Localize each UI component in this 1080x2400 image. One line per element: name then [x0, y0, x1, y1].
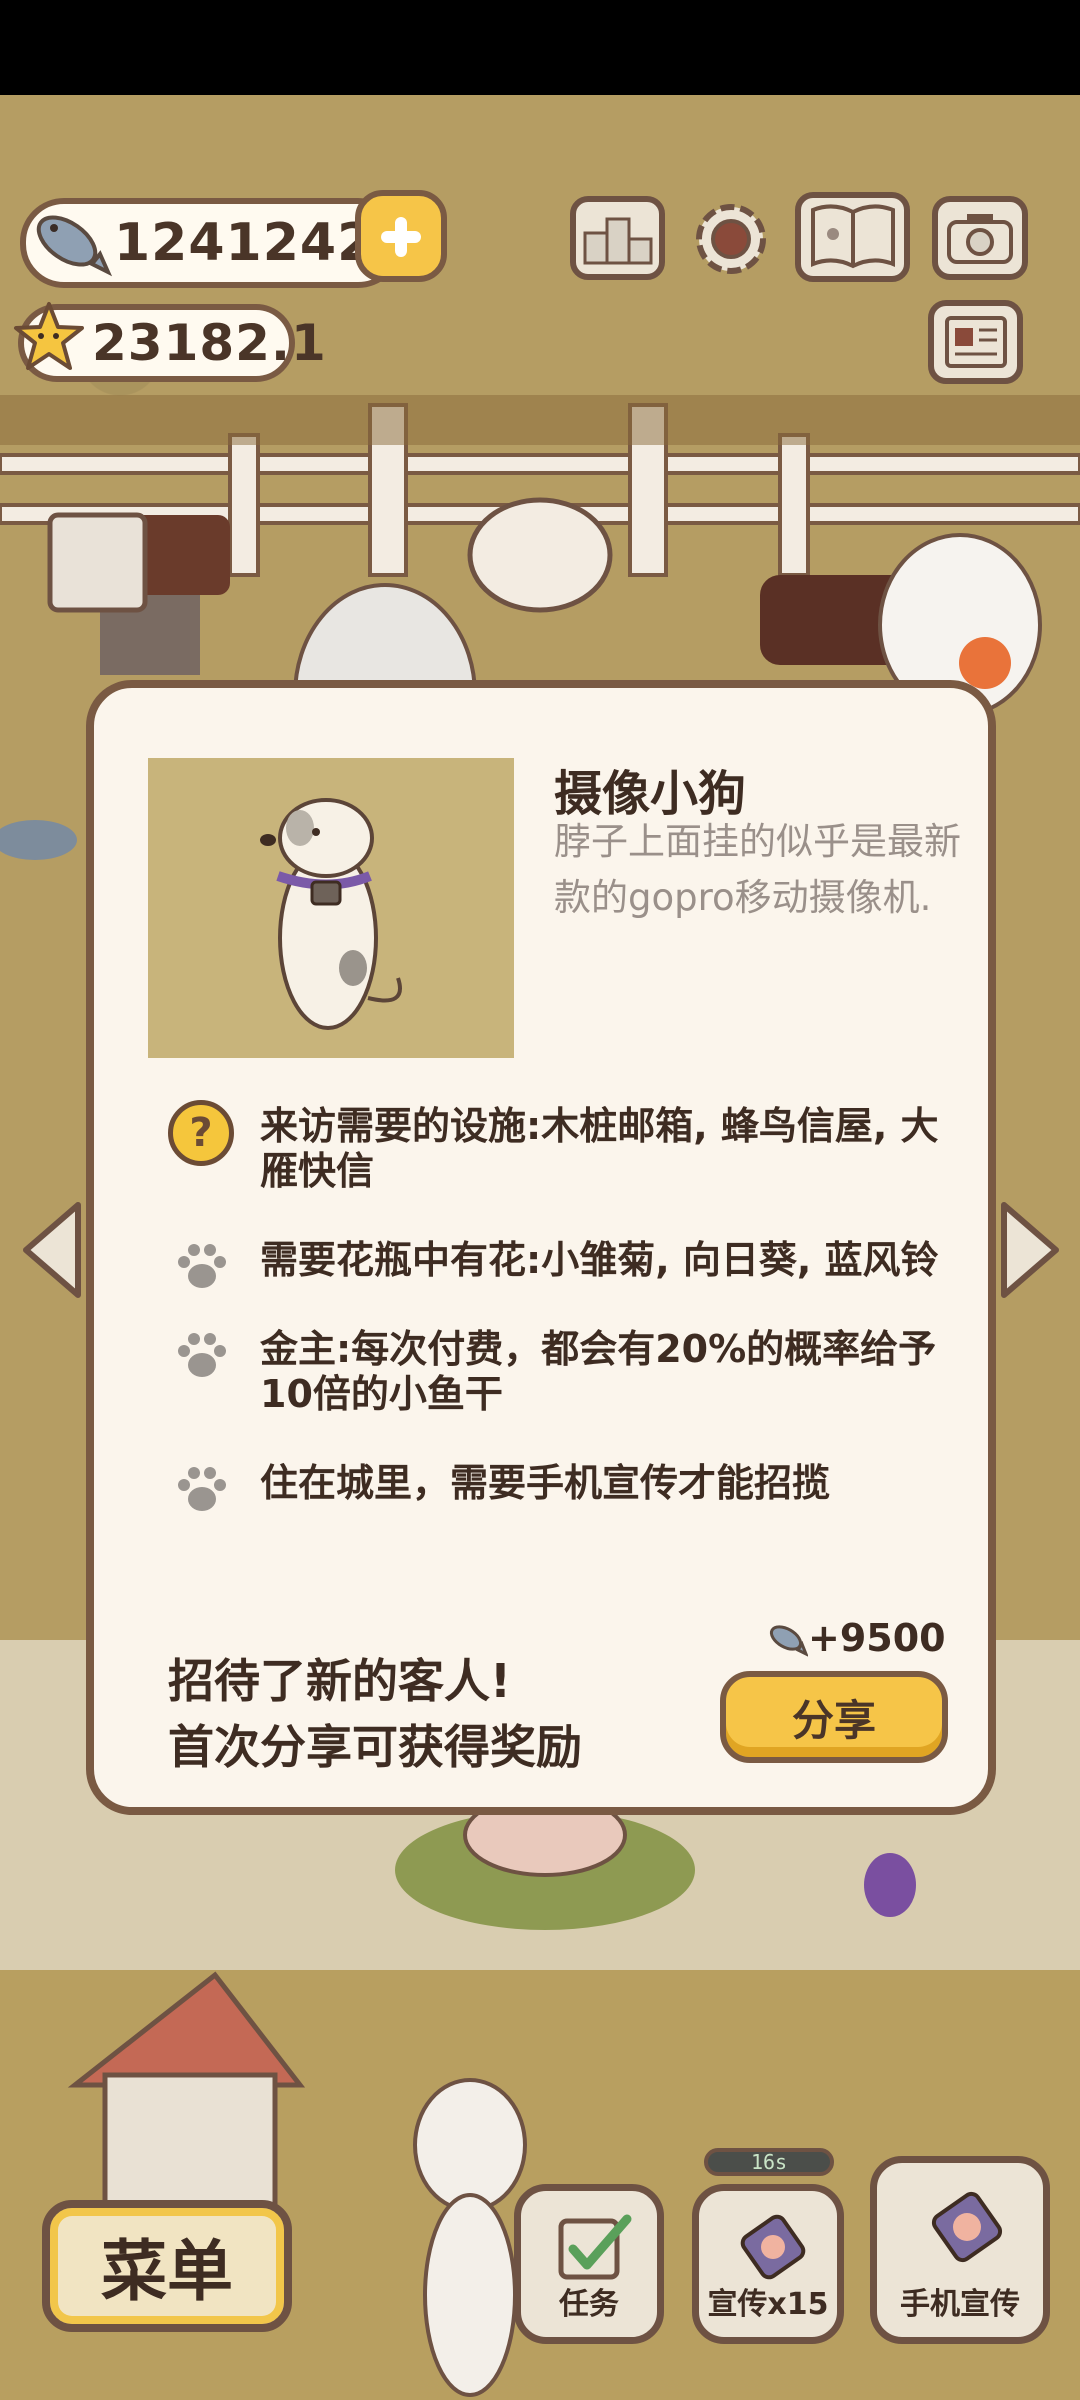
promo-button[interactable]: 宣传x15: [692, 2184, 844, 2344]
camera-dog-illustration: [260, 798, 402, 1030]
next-arrow-button[interactable]: [994, 1200, 1064, 1300]
requirement-city: 住在城里，需要手机宣传才能招揽: [168, 1461, 968, 1511]
star-icon: [14, 302, 84, 370]
podium-icon: [583, 217, 652, 264]
promo-label: 宣传x15: [707, 2287, 829, 2322]
phone-promo-button[interactable]: 手机宣传: [870, 2156, 1050, 2344]
book-icon: [810, 204, 895, 269]
requirement-facilities: ? 来访需要的设施:木桩邮箱, 蜂鸟信屋, 大雁快信: [168, 1100, 968, 1194]
new-guest-dialog: 摄像小狗 脖子上面挂的似乎是最新款的gopro移动摄像机. ? 来访需要的设施:…: [86, 680, 996, 1815]
gear-icon: [696, 204, 766, 274]
fish-icon: [769, 1625, 808, 1657]
paw-icon: [178, 1467, 226, 1511]
ranking-button[interactable]: [570, 196, 665, 280]
fish-icon: [36, 215, 112, 277]
camera-icon: [947, 214, 1013, 264]
requirement-text: 需要花瓶中有花:小雏菊, 向日葵, 蓝风铃: [260, 1238, 939, 1282]
newspaper-button[interactable]: [928, 300, 1023, 384]
question-icon: ?: [168, 1100, 234, 1166]
requirements-list: ? 来访需要的设施:木桩邮箱, 蜂鸟信屋, 大雁快信 需要花瓶中有花:小雏菊, …: [168, 1100, 968, 1550]
requirement-flowers: 需要花瓶中有花:小雏菊, 向日葵, 蓝风铃: [168, 1238, 968, 1288]
share-message-line2: 首次分享可获得奖励: [168, 1720, 582, 1774]
camera-button[interactable]: [932, 196, 1028, 280]
settings-button[interactable]: [685, 194, 777, 284]
menu-button[interactable]: 菜单: [42, 2200, 292, 2332]
paw-icon: [178, 1333, 226, 1377]
requirement-text: 住在城里，需要手机宣传才能招揽: [260, 1461, 831, 1505]
ad-card-icon: [740, 2214, 806, 2280]
task-label: 任务: [559, 2287, 619, 2322]
checklist-icon: [558, 2214, 632, 2280]
newspaper-icon: [944, 316, 1007, 368]
share-message-line1: 招待了新的客人!: [168, 1654, 511, 1708]
task-button[interactable]: 任务: [514, 2184, 664, 2344]
requirement-sponsor: 金主:每次付费，都会有20%的概率给予10倍的小鱼干: [168, 1327, 968, 1417]
star-count: 23182.1: [92, 314, 327, 372]
album-button[interactable]: [795, 192, 910, 282]
reward-amount: +9500: [808, 1616, 946, 1660]
paw-icon: [178, 1244, 226, 1288]
requirement-text: 金主:每次付费，都会有20%的概率给予10倍的小鱼干: [260, 1327, 937, 1416]
share-message: 招待了新的客人! 首次分享可获得奖励: [168, 1648, 582, 1780]
phone-ad-icon: [931, 2191, 1003, 2263]
share-button[interactable]: 分享: [720, 1671, 948, 1763]
requirement-text: 来访需要的设施:木桩邮箱, 蜂鸟信屋, 大雁快信: [260, 1104, 939, 1193]
guest-description: 脖子上面挂的似乎是最新款的gopro移动摄像机.: [554, 820, 961, 919]
share-reward: +9500: [764, 1616, 946, 1660]
add-fish-button[interactable]: [355, 190, 447, 282]
promo-timer: 16s: [704, 2148, 834, 2176]
previous-arrow-button[interactable]: [18, 1200, 88, 1300]
phone-promo-label: 手机宣传: [900, 2287, 1020, 2322]
guest-portrait: [148, 758, 514, 1058]
